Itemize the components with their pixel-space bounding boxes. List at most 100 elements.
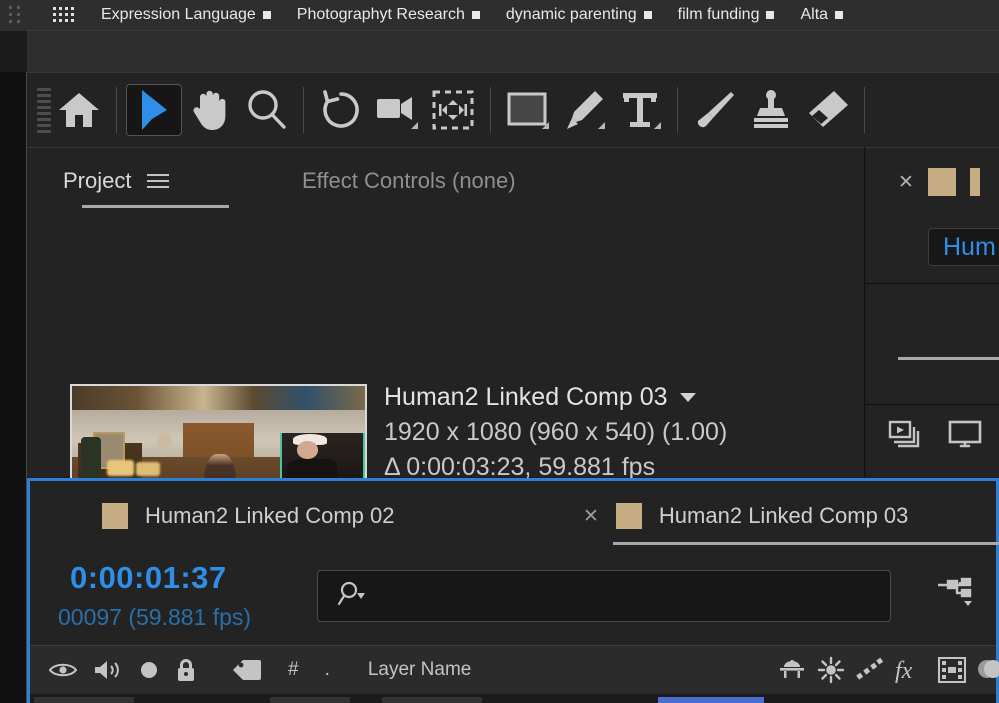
label-tag-icon[interactable] bbox=[230, 657, 264, 683]
layer-column-header: # . Layer Name fx bbox=[30, 646, 999, 694]
after-effects-window: Expression Language Photographyt Researc… bbox=[0, 0, 999, 703]
timeline-tab-label: Human2 Linked Comp 02 bbox=[145, 503, 395, 528]
comp-mini-flowchart-icon[interactable] bbox=[930, 570, 986, 622]
tools-panel bbox=[27, 72, 999, 147]
tab-marker-icon bbox=[262, 11, 271, 19]
app-grid-icon[interactable] bbox=[53, 7, 75, 23]
column-dot-header[interactable]: . bbox=[325, 659, 330, 681]
type-icon[interactable] bbox=[612, 84, 668, 136]
rectangle-shape-icon[interactable] bbox=[500, 84, 556, 136]
timeline-tab-label: Human2 Linked Comp 03 bbox=[658, 503, 909, 528]
tab-effect-controls[interactable]: Effect Controls (none) bbox=[302, 168, 516, 194]
side-panel-active-underline bbox=[898, 357, 999, 360]
magnifier-icon[interactable] bbox=[238, 84, 294, 136]
solo-circle-icon[interactable] bbox=[138, 659, 160, 681]
close-icon[interactable]: ✕ bbox=[898, 173, 914, 192]
toolbar-drag-grip[interactable] bbox=[37, 87, 51, 133]
toolbar-divider bbox=[490, 87, 491, 133]
composition-color-swatch bbox=[102, 503, 128, 529]
svg-text:fx: fx bbox=[895, 658, 913, 683]
tab-film-funding[interactable]: film funding bbox=[678, 6, 775, 24]
tool-flyout-corner-icon bbox=[411, 122, 418, 129]
fx-icon[interactable]: fx bbox=[895, 657, 929, 683]
pen-icon[interactable] bbox=[556, 84, 612, 136]
toolbar-divider bbox=[116, 87, 117, 133]
timeline-tab-comp-03[interactable]: ✕ Human2 Linked Comp 03 bbox=[583, 503, 908, 529]
eraser-icon[interactable] bbox=[799, 84, 855, 136]
tab-marker-icon bbox=[766, 11, 775, 19]
side-panel-footer-icons bbox=[880, 412, 999, 462]
composition-name-chip[interactable]: Hum bbox=[928, 228, 999, 266]
composition-color-swatch bbox=[615, 503, 642, 529]
quality-icon[interactable] bbox=[855, 657, 885, 683]
monitor-icon[interactable] bbox=[948, 420, 982, 455]
current-timecode[interactable]: 0:00:01:37 bbox=[70, 560, 227, 596]
home-icon[interactable] bbox=[51, 84, 107, 136]
composition-name-chip-label: Hum bbox=[943, 232, 996, 261]
tab-photographyt-research[interactable]: Photographyt Research bbox=[297, 6, 480, 24]
search-icon bbox=[336, 580, 366, 613]
composition-color-swatch-secondary bbox=[969, 168, 980, 196]
eye-icon[interactable] bbox=[48, 659, 78, 681]
chevron-down-icon[interactable] bbox=[679, 393, 696, 402]
pan-behind-anchor-icon[interactable] bbox=[425, 84, 481, 136]
tool-flyout-corner-icon bbox=[654, 122, 661, 129]
tool-flyout-corner-icon bbox=[598, 122, 605, 129]
tab-expression-language[interactable]: Expression Language bbox=[101, 6, 271, 24]
menu-bar-strip bbox=[27, 31, 999, 72]
browser-tab-strip: Expression Language Photographyt Researc… bbox=[27, 0, 999, 31]
rail-mid-block bbox=[0, 31, 27, 72]
composition-title: Human2 Linked Comp 03 bbox=[384, 383, 668, 411]
tab-alta[interactable]: Alta bbox=[800, 6, 844, 24]
tab-label: Expression Language bbox=[101, 6, 256, 23]
composition-title-row[interactable]: Human2 Linked Comp 03 bbox=[384, 383, 727, 412]
camera-icon[interactable] bbox=[369, 84, 425, 136]
left-rail bbox=[0, 0, 27, 703]
brush-icon[interactable] bbox=[687, 84, 743, 136]
motion-blur-icon[interactable] bbox=[975, 656, 999, 684]
panel-menu-icon[interactable] bbox=[147, 174, 170, 188]
timeline-tabs: Human2 Linked Comp 02 ✕ Human2 Linked Co… bbox=[30, 481, 999, 545]
close-icon[interactable]: ✕ bbox=[583, 505, 599, 528]
tab-label: Alta bbox=[800, 6, 829, 23]
window-drag-grip[interactable] bbox=[9, 6, 21, 23]
toolbar-divider bbox=[303, 87, 304, 133]
hand-icon[interactable] bbox=[182, 84, 238, 136]
active-tab-underline bbox=[82, 205, 229, 208]
rotation-icon[interactable] bbox=[313, 84, 369, 136]
tab-marker-icon bbox=[643, 11, 652, 19]
layer-rows-area bbox=[30, 694, 996, 703]
side-panel-divider-top bbox=[866, 283, 999, 284]
tab-dynamic-parenting[interactable]: dynamic parenting bbox=[506, 6, 652, 24]
clone-stamp-icon[interactable] bbox=[743, 84, 799, 136]
tab-project[interactable]: Project bbox=[63, 168, 170, 194]
frame-blending-icon[interactable] bbox=[937, 656, 967, 684]
shy-icon[interactable] bbox=[777, 657, 807, 683]
tab-marker-icon bbox=[835, 11, 844, 19]
column-layer-name-header[interactable]: Layer Name bbox=[368, 659, 472, 681]
tab-label: film funding bbox=[677, 6, 760, 23]
tool-flyout-corner-icon bbox=[542, 122, 549, 129]
column-number-header[interactable]: # bbox=[288, 659, 299, 681]
tab-label: Photographyt Research bbox=[296, 6, 465, 23]
speaker-icon[interactable] bbox=[92, 658, 124, 682]
tab-project-label: Project bbox=[63, 168, 132, 193]
project-panel: Project Effect Controls (none) Human2 Li… bbox=[27, 147, 866, 613]
search-input[interactable] bbox=[317, 570, 891, 622]
current-frame-info: 00097 (59.881 fps) bbox=[58, 604, 252, 630]
tab-effect-controls-label: Effect Controls (none) bbox=[302, 168, 516, 193]
lock-icon[interactable] bbox=[174, 657, 198, 683]
timeline-tab-comp-02[interactable]: Human2 Linked Comp 02 bbox=[102, 503, 394, 529]
collapse-star-icon[interactable] bbox=[817, 656, 845, 684]
timeline-active-tab-underline bbox=[613, 542, 999, 545]
render-queue-icon[interactable] bbox=[888, 420, 922, 455]
tab-label: dynamic parenting bbox=[505, 6, 637, 23]
tab-marker-icon bbox=[471, 11, 480, 19]
side-panel-tabrow: ✕ bbox=[866, 164, 999, 200]
selection-arrow-icon[interactable] bbox=[126, 84, 182, 136]
composition-color-swatch bbox=[927, 168, 956, 196]
composition-info: Human2 Linked Comp 03 1920 x 1080 (960 x… bbox=[384, 383, 727, 482]
toolbar-divider bbox=[677, 87, 678, 133]
side-panel-divider-bottom bbox=[866, 404, 999, 405]
project-panel-tabs: Project Effect Controls (none) bbox=[27, 148, 864, 208]
